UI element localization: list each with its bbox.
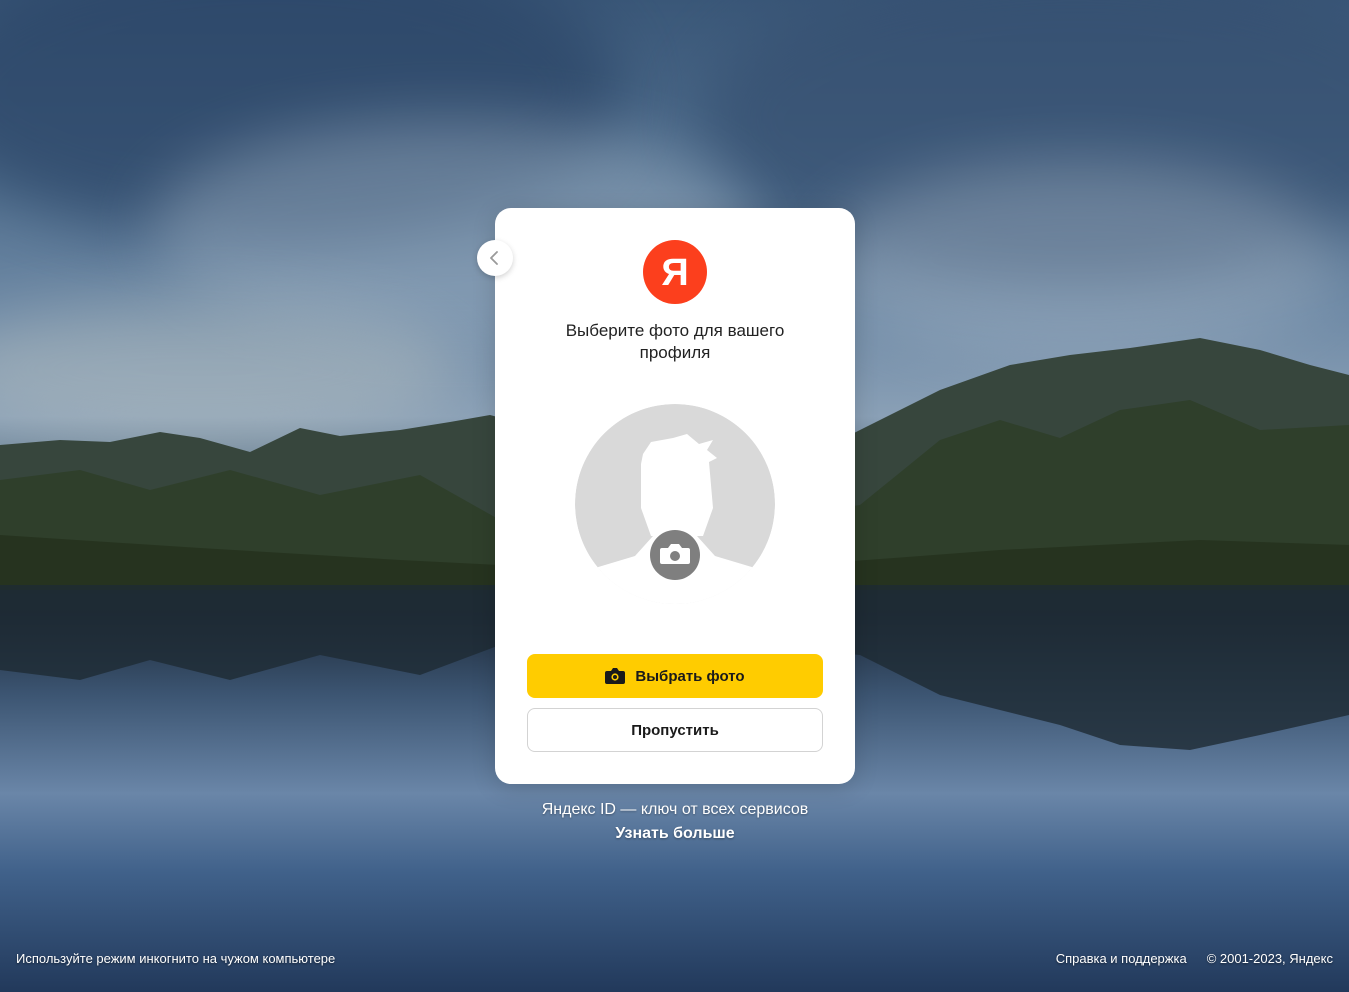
chevron-left-icon <box>490 251 498 265</box>
profile-photo-card: Я Выберите фото для вашего профиля Выбра… <box>495 208 855 784</box>
avatar-upload[interactable] <box>575 404 775 604</box>
back-button[interactable] <box>477 240 513 276</box>
skip-button[interactable]: Пропустить <box>527 708 823 752</box>
incognito-hint-link[interactable]: Используйте режим инкогнито на чужом ком… <box>16 951 335 966</box>
help-support-link[interactable]: Справка и поддержка <box>1056 951 1187 966</box>
footer-links: Справка и поддержка © 2001-2023, Яндекс <box>1056 951 1333 966</box>
learn-more-link[interactable]: Узнать больше <box>495 822 855 846</box>
logo-letter: Я <box>661 252 688 294</box>
camera-icon <box>650 530 700 580</box>
camera-icon <box>605 668 626 684</box>
copyright: © 2001-2023, Яндекс <box>1206 951 1333 966</box>
yandex-id-promo: Яндекс ID — ключ от всех сервисов Узнать… <box>495 798 855 846</box>
choose-photo-label: Выбрать фото <box>635 667 745 685</box>
yandex-logo: Я <box>643 240 707 304</box>
card-title: Выберите фото для вашего профиля <box>565 321 785 362</box>
choose-photo-button[interactable]: Выбрать фото <box>527 654 823 698</box>
promo-text: Яндекс ID — ключ от всех сервисов <box>541 801 809 818</box>
user-silhouette-icon <box>641 434 717 536</box>
skip-label: Пропустить <box>631 721 719 739</box>
